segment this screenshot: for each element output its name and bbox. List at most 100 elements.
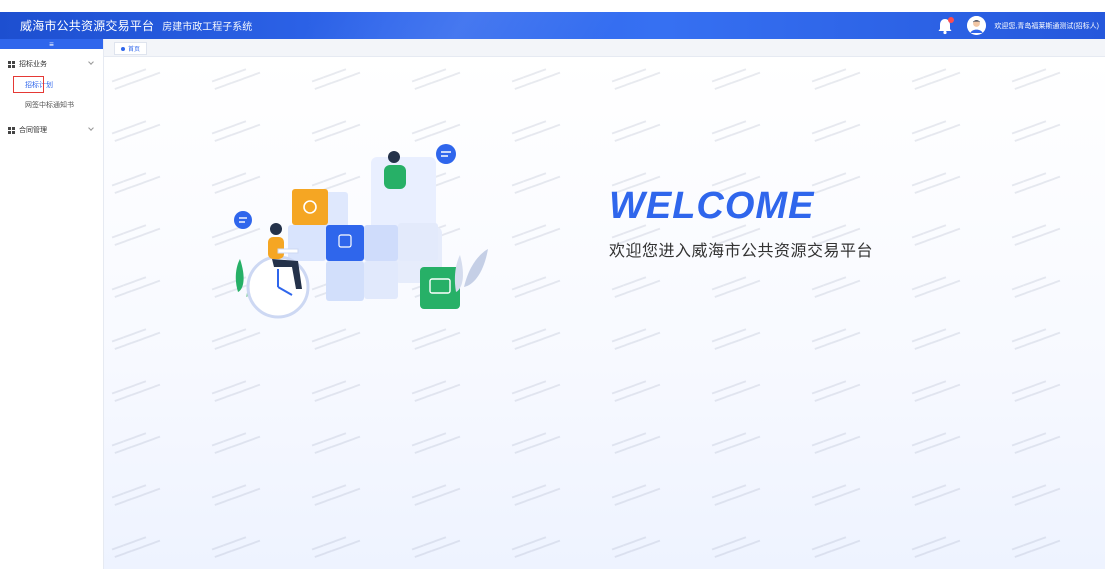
watermark-mark: ▬▬▬▬▬▬▬▬▬▬▬▬▬▬ [511, 274, 561, 300]
watermark-mark: ▬▬▬▬▬▬▬▬▬▬▬▬▬▬ [611, 118, 661, 144]
watermark-mark: ▬▬▬▬▬▬▬▬▬▬▬▬▬▬ [211, 378, 261, 404]
watermark-mark: ▬▬▬▬▬▬▬▬▬▬▬▬▬▬ [911, 274, 961, 300]
sidebar-group-bidding[interactable]: 招标业务 [0, 53, 103, 75]
avatar-icon[interactable] [967, 16, 987, 35]
watermark-mark: ▬▬▬▬▬▬▬▬▬▬▬▬▬▬ [511, 222, 561, 248]
watermark-mark: ▬▬▬▬▬▬▬▬▬▬▬▬▬▬ [1011, 378, 1061, 404]
watermark-mark: ▬▬▬▬▬▬▬▬▬▬▬▬▬▬ [311, 66, 361, 92]
illus-person-body [384, 165, 406, 189]
sidebar-item-label: 网签中标通知书 [25, 102, 74, 109]
watermark-mark: ▬▬▬▬▬▬▬▬▬▬▬▬▬▬ [211, 534, 261, 560]
watermark-mark: ▬▬▬▬▬▬▬▬▬▬▬▬▬▬ [111, 170, 161, 196]
watermark-mark: ▬▬▬▬▬▬▬▬▬▬▬▬▬▬ [1011, 66, 1061, 92]
sidebar-item-award-notice[interactable]: 网签中标通知书 [0, 95, 103, 115]
watermark-mark: ▬▬▬▬▬▬▬▬▬▬▬▬▬▬ [711, 378, 761, 404]
chevron-down-icon [88, 59, 94, 65]
illus-leaf [454, 255, 463, 292]
platform-title: 威海市公共资源交易平台 [20, 19, 155, 33]
watermark-mark: ▬▬▬▬▬▬▬▬▬▬▬▬▬▬ [611, 274, 661, 300]
watermark-mark: ▬▬▬▬▬▬▬▬▬▬▬▬▬▬ [611, 482, 661, 508]
illus-person-body [268, 237, 284, 259]
watermark-mark: ▬▬▬▬▬▬▬▬▬▬▬▬▬▬ [511, 326, 561, 352]
grid-icon [8, 126, 15, 134]
watermark-mark: ▬▬▬▬▬▬▬▬▬▬▬▬▬▬ [311, 482, 361, 508]
header-user-area: 欢迎您,青岛福莱斯通测试(招标人) [935, 12, 1099, 39]
watermark-mark: ▬▬▬▬▬▬▬▬▬▬▬▬▬▬ [711, 326, 761, 352]
watermark-mark: ▬▬▬▬▬▬▬▬▬▬▬▬▬▬ [511, 66, 561, 92]
tab-label: 首页 [128, 47, 141, 53]
top-header: 威海市公共资源交易平台 房建市政工程子系统 欢迎您,青岛福莱斯通测试(招标人) [0, 12, 1105, 39]
main-content: ▬▬▬▬▬▬ ▬▬▬▬▬▬▬▬ ▬▬▬▬▬▬ ▬▬▬▬▬▬▬▬ ▬▬▬▬▬▬ ▬▬▬▬▬▬… [104, 57, 1105, 569]
watermark-mark: ▬▬▬▬▬▬▬▬▬▬▬▬▬▬ [811, 118, 861, 144]
watermark-mark: ▬▬▬▬▬▬▬▬▬▬▬▬▬▬ [211, 66, 261, 92]
watermark-mark: ▬▬▬▬▬▬▬▬▬▬▬▬▬▬ [1011, 326, 1061, 352]
welcome-user-text[interactable]: 欢迎您,青岛福莱斯通测试(招标人) [994, 21, 1099, 31]
watermark-mark: ▬▬▬▬▬▬▬▬▬▬▬▬▬▬ [711, 66, 761, 92]
watermark-mark: ▬▬▬▬▬▬▬▬▬▬▬▬▬▬ [111, 222, 161, 248]
watermark-mark: ▬▬▬▬▬▬▬▬▬▬▬▬▬▬ [511, 118, 561, 144]
watermark-mark: ▬▬▬▬▬▬▬▬▬▬▬▬▬▬ [111, 66, 161, 92]
watermark-mark: ▬▬▬▬▬▬▬▬▬▬▬▬▬▬ [1011, 534, 1061, 560]
watermark-mark: ▬▬▬▬▬▬▬▬▬▬▬▬▬▬ [611, 66, 661, 92]
illus-tile [288, 225, 326, 261]
watermark-mark: ▬▬▬▬▬▬▬▬▬▬▬▬▬▬ [111, 274, 161, 300]
watermark-mark: ▬▬▬▬▬▬▬▬▬▬▬▬▬▬ [711, 482, 761, 508]
watermark-mark: ▬▬▬▬▬▬▬▬▬▬▬▬▬▬ [411, 482, 461, 508]
grid-icon [8, 60, 15, 68]
sidebar-group-label: 合同管理 [19, 127, 47, 134]
watermark-mark: ▬▬▬▬▬▬▬▬▬▬▬▬▬▬ [711, 534, 761, 560]
watermark-mark: ▬▬▬▬▬▬▬▬▬▬▬▬▬▬ [511, 482, 561, 508]
watermark-mark: ▬▬▬▬▬▬▬▬▬▬▬▬▬▬ [311, 378, 361, 404]
illus-chat-bubble [436, 144, 456, 164]
illus-tile [364, 261, 398, 299]
watermark-mark: ▬▬▬▬▬▬▬▬▬▬▬▬▬▬ [911, 378, 961, 404]
tab-home[interactable]: 首页 [114, 42, 148, 55]
menu-toggle-icon[interactable]: ≡ [0, 39, 103, 49]
watermark-mark: ▬▬▬▬▬▬▬▬▬▬▬▬▬▬ [811, 326, 861, 352]
watermark-mark: ▬▬▬▬▬▬▬▬▬▬▬▬▬▬ [911, 482, 961, 508]
watermark-mark: ▬▬▬▬▬▬▬▬▬▬▬▬▬▬ [211, 482, 261, 508]
watermark-mark: ▬▬▬▬▬▬▬▬▬▬▬▬▬▬ [511, 430, 561, 456]
watermark-mark: ▬▬▬▬▬▬▬▬▬▬▬▬▬▬ [711, 274, 761, 300]
illus-chat-bubble [234, 211, 252, 229]
watermark-mark: ▬▬▬▬▬▬▬▬▬▬▬▬▬▬ [811, 482, 861, 508]
watermark-mark: ▬▬▬▬▬▬▬▬▬▬▬▬▬▬ [511, 534, 561, 560]
illus-person-head [270, 223, 282, 235]
illus-tile [364, 225, 398, 261]
watermark-mark: ▬▬▬▬▬▬▬▬▬▬▬▬▬▬ [111, 534, 161, 560]
watermark-mark: ▬▬▬▬▬▬▬▬▬▬▬▬▬▬ [911, 222, 961, 248]
watermark-mark: ▬▬▬▬▬▬▬▬▬▬▬▬▬▬ [611, 534, 661, 560]
watermark-mark: ▬▬▬▬▬▬▬▬▬▬▬▬▬▬ [111, 118, 161, 144]
illus-blue-tile [326, 225, 364, 261]
watermark-mark: ▬▬▬▬▬▬▬▬▬▬▬▬▬▬ [611, 378, 661, 404]
watermark-mark: ▬▬▬▬▬▬▬▬▬▬▬▬▬▬ [511, 378, 561, 404]
watermark-mark: ▬▬▬▬▬▬▬▬▬▬▬▬▬▬ [411, 378, 461, 404]
watermark-mark: ▬▬▬▬▬▬▬▬▬▬▬▬▬▬ [911, 534, 961, 560]
welcome-illustration [234, 144, 488, 319]
watermark-mark: ▬▬▬▬▬▬▬▬▬▬▬▬▬▬ [411, 534, 461, 560]
illus-green-tile [420, 267, 460, 309]
watermark-mark: ▬▬▬▬▬▬▬▬▬▬▬▬▬▬ [111, 430, 161, 456]
watermark-mark: ▬▬▬▬▬▬▬▬▬▬▬▬▬▬ [1011, 222, 1061, 248]
notification-dot [948, 16, 955, 23]
tab-bar: 首页 [104, 39, 1105, 57]
sidebar-item-bid-plan[interactable]: 招标计划 [0, 75, 103, 95]
watermark-mark: ▬▬▬▬▬▬▬▬▬▬▬▬▬▬ [911, 118, 961, 144]
watermark-mark: ▬▬▬▬▬▬▬▬▬▬▬▬▬▬ [111, 378, 161, 404]
watermark-mark: ▬▬▬▬▬▬▬▬▬▬▬▬▬▬ [311, 430, 361, 456]
sidebar-group-contract[interactable]: 合同管理 [0, 119, 103, 141]
highlight-box [13, 76, 44, 93]
watermark-mark: ▬▬▬▬▬▬▬▬▬▬▬▬▬▬ [811, 378, 861, 404]
illus-person-head [388, 151, 400, 163]
watermark-mark: ▬▬▬▬▬▬▬▬▬▬▬▬▬▬ [811, 274, 861, 300]
watermark-mark: ▬▬▬▬▬▬▬▬▬▬▬▬▬▬ [611, 326, 661, 352]
bell-icon[interactable] [935, 16, 955, 36]
welcome-title: WELCOME [609, 185, 815, 227]
watermark-mark: ▬▬▬▬▬▬▬▬▬▬▬▬▬▬ [1011, 170, 1061, 196]
watermark-mark: ▬▬▬▬▬▬▬▬▬▬▬▬▬▬ [511, 170, 561, 196]
watermark-mark: ▬▬▬▬▬▬▬▬▬▬▬▬▬▬ [411, 66, 461, 92]
illus-leaf [464, 249, 488, 287]
watermark-mark: ▬▬▬▬▬▬▬▬▬▬▬▬▬▬ [811, 170, 861, 196]
watermark-mark: ▬▬▬▬▬▬▬▬▬▬▬▬▬▬ [811, 534, 861, 560]
subsystem-title: 房建市政工程子系统 [162, 22, 253, 33]
